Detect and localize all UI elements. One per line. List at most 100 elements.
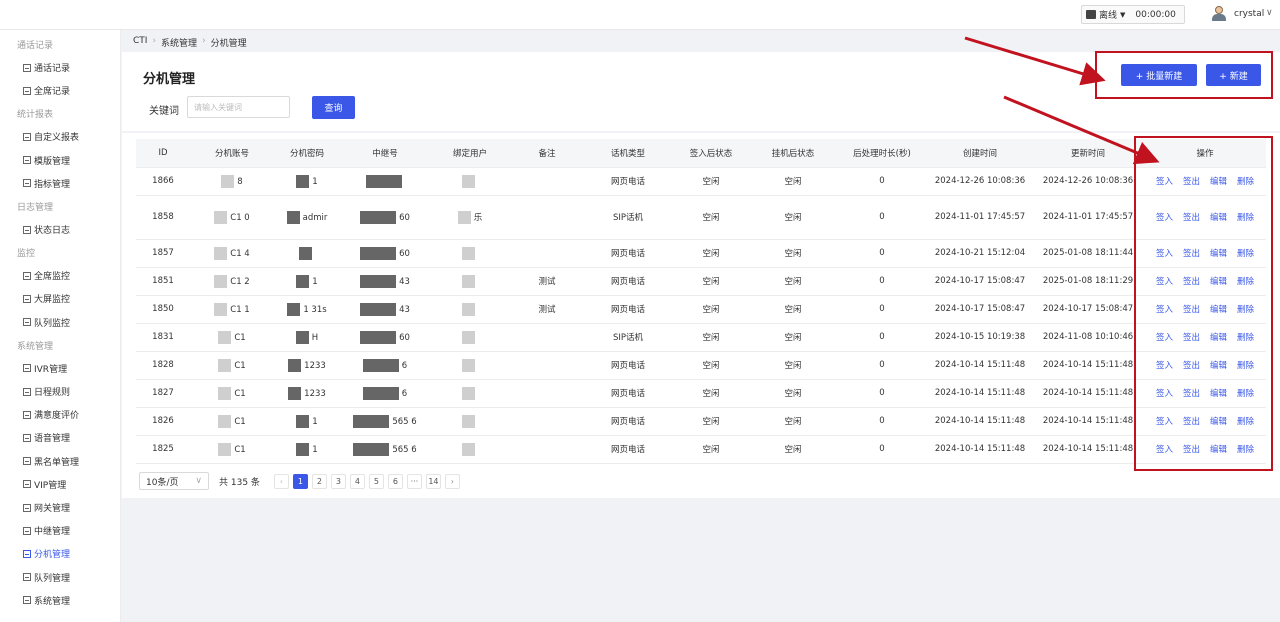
page-number-button[interactable]: 1: [292, 473, 308, 489]
cell-text: 2024-11-01 17:45:57: [934, 212, 1026, 222]
redaction-block: [360, 210, 397, 224]
sidebar-item-label: 分机管理: [34, 550, 71, 561]
chevron-down-icon[interactable]: ∨: [1266, 8, 1273, 18]
sidebar-item-label: 网关管理: [34, 504, 71, 514]
redaction-block: [296, 274, 310, 288]
table-row: 1831 C1 H 60 SIP话机 空闲 空闲 0 2024-10-15 10:19:38 20…: [136, 323, 1266, 352]
column-header: 绑定用户: [430, 139, 510, 168]
table-row: 1851 C1 2 1 43 测试 网页电话 空闲 空闲 0 2024-10-17 15:08:4…: [136, 267, 1266, 296]
redaction-block: [360, 274, 397, 288]
sidebar-item[interactable]: 全席监控: [23, 269, 70, 282]
sidebar-item[interactable]: 自定义报表: [23, 130, 79, 143]
sidebar-item[interactable]: 队列管理: [23, 571, 70, 584]
sidebar-item[interactable]: 队列监控: [23, 316, 70, 329]
sidebar-item[interactable]: 指标管理: [23, 177, 70, 190]
redaction-block: [462, 386, 475, 400]
page-number-button[interactable]: 4: [349, 473, 365, 489]
page-number-button[interactable]: 2: [311, 473, 327, 489]
cell-hangup-status: 空闲: [750, 167, 836, 196]
cell-hangup-status: 空闲: [750, 295, 836, 324]
cell-wrap: 0: [836, 167, 928, 196]
cell-text: 2024-11-08 10:10:46: [1042, 332, 1134, 342]
cell-text: 2024-10-14 15:11:48: [934, 444, 1026, 454]
cell-text: 2024-10-14 15:11:48: [1042, 388, 1134, 398]
sidebar-item[interactable]: 大屏监控: [23, 292, 70, 305]
column-header: 挂机后状态: [750, 139, 836, 168]
cell-id: 1857: [136, 239, 190, 268]
cell-text: 1851: [152, 276, 174, 286]
cell-text: 1: [312, 444, 318, 455]
cell-text: 0: [879, 212, 885, 222]
cell-id: 1831: [136, 323, 190, 352]
page-number-button[interactable]: 14: [425, 473, 441, 489]
sidebar-item[interactable]: 通话记录: [23, 61, 70, 74]
sidebar-item-label: 满意度评价: [34, 411, 80, 422]
chevron-right-icon: ›: [202, 36, 206, 46]
menu-item-icon: [23, 156, 31, 165]
sidebar-item[interactable]: 语音管理: [23, 431, 70, 444]
breadcrumb-item[interactable]: 系统管理: [161, 36, 197, 49]
agent-status-dropdown[interactable]: 离线 ▼ 00:00:00: [1081, 5, 1185, 24]
sidebar-item[interactable]: 模版管理: [23, 154, 70, 167]
cell-text: 1866: [152, 176, 174, 186]
cell-text: 网页电话: [610, 249, 645, 259]
cell-text: 2024-10-14 15:11:48: [1042, 416, 1134, 426]
redaction-block: [362, 386, 399, 400]
cell-text: C1 1: [230, 304, 250, 315]
query-button[interactable]: 查询: [312, 96, 355, 119]
sidebar-item[interactable]: 分机管理: [23, 547, 70, 560]
redaction-block: [296, 174, 310, 188]
cell-text: 565 6: [392, 444, 417, 455]
breadcrumb: CTI › 系统管理 › 分机管理: [133, 36, 247, 49]
cell-account: C1: [190, 323, 274, 352]
page-number-button[interactable]: 3: [330, 473, 346, 489]
cell-user: [430, 407, 510, 436]
cell-text: C1: [234, 360, 246, 371]
menu-item-icon: [23, 364, 31, 373]
page-number-button[interactable]: 5: [368, 473, 384, 489]
cell-updated: 2024-12-26 10:08:36: [1032, 167, 1144, 196]
sidebar-item[interactable]: 满意度评价: [23, 408, 79, 421]
avatar[interactable]: [1212, 6, 1226, 21]
sidebar-item[interactable]: 系统管理: [23, 594, 70, 607]
cell-text: 1826: [152, 416, 174, 426]
cell-text: 空闲: [702, 277, 720, 287]
prev-page-button[interactable]: ‹: [273, 473, 289, 489]
sidebar-group-title: 日志管理: [17, 203, 54, 213]
cell-text: 2024-10-14 15:11:48: [934, 416, 1026, 426]
keyword-input[interactable]: [187, 96, 290, 118]
menu-item-icon: [23, 503, 31, 512]
cell-text: 0: [879, 332, 885, 342]
sidebar-item[interactable]: VIP管理: [23, 478, 66, 491]
cell-text: C1: [234, 332, 246, 343]
breadcrumb-item[interactable]: CTI: [133, 36, 147, 49]
cell-text: 0: [879, 388, 885, 398]
sidebar-item[interactable]: IVR管理: [23, 362, 67, 375]
user-name[interactable]: crystal: [1234, 9, 1264, 19]
cell-text: 6: [401, 360, 408, 371]
cell-account: C1: [190, 379, 274, 408]
cell-password: 1: [274, 167, 340, 196]
cell-remark: [510, 195, 584, 240]
sidebar-item[interactable]: 日程规则: [23, 385, 70, 398]
cell-password: 1: [274, 435, 340, 464]
sidebar-item[interactable]: 状态日志: [23, 223, 70, 236]
cell-login-status: 空闲: [672, 267, 750, 296]
sidebar-item[interactable]: 中继管理: [23, 524, 70, 537]
cell-text: 8: [237, 176, 243, 187]
cell-type: 网页电话: [584, 167, 672, 196]
page-size-select[interactable]: 10条/页 ∨: [139, 472, 209, 490]
sidebar-item[interactable]: 网关管理: [23, 501, 70, 514]
cell-user: [430, 239, 510, 268]
cell-type: 网页电话: [584, 295, 672, 324]
next-page-button[interactable]: ›: [444, 473, 460, 489]
sidebar-item[interactable]: 黑名单管理: [23, 455, 79, 468]
sidebar-item[interactable]: 全席记录: [23, 84, 70, 97]
page-number-button[interactable]: ···: [406, 473, 422, 489]
page-number-button[interactable]: 6: [387, 473, 403, 489]
cell-updated: 2024-10-17 15:08:47: [1032, 295, 1144, 324]
redaction-block: [462, 174, 475, 188]
cell-hangup-status: 空闲: [750, 239, 836, 268]
cell-hangup-status: 空闲: [750, 407, 836, 436]
cell-hangup-status: 空闲: [750, 379, 836, 408]
